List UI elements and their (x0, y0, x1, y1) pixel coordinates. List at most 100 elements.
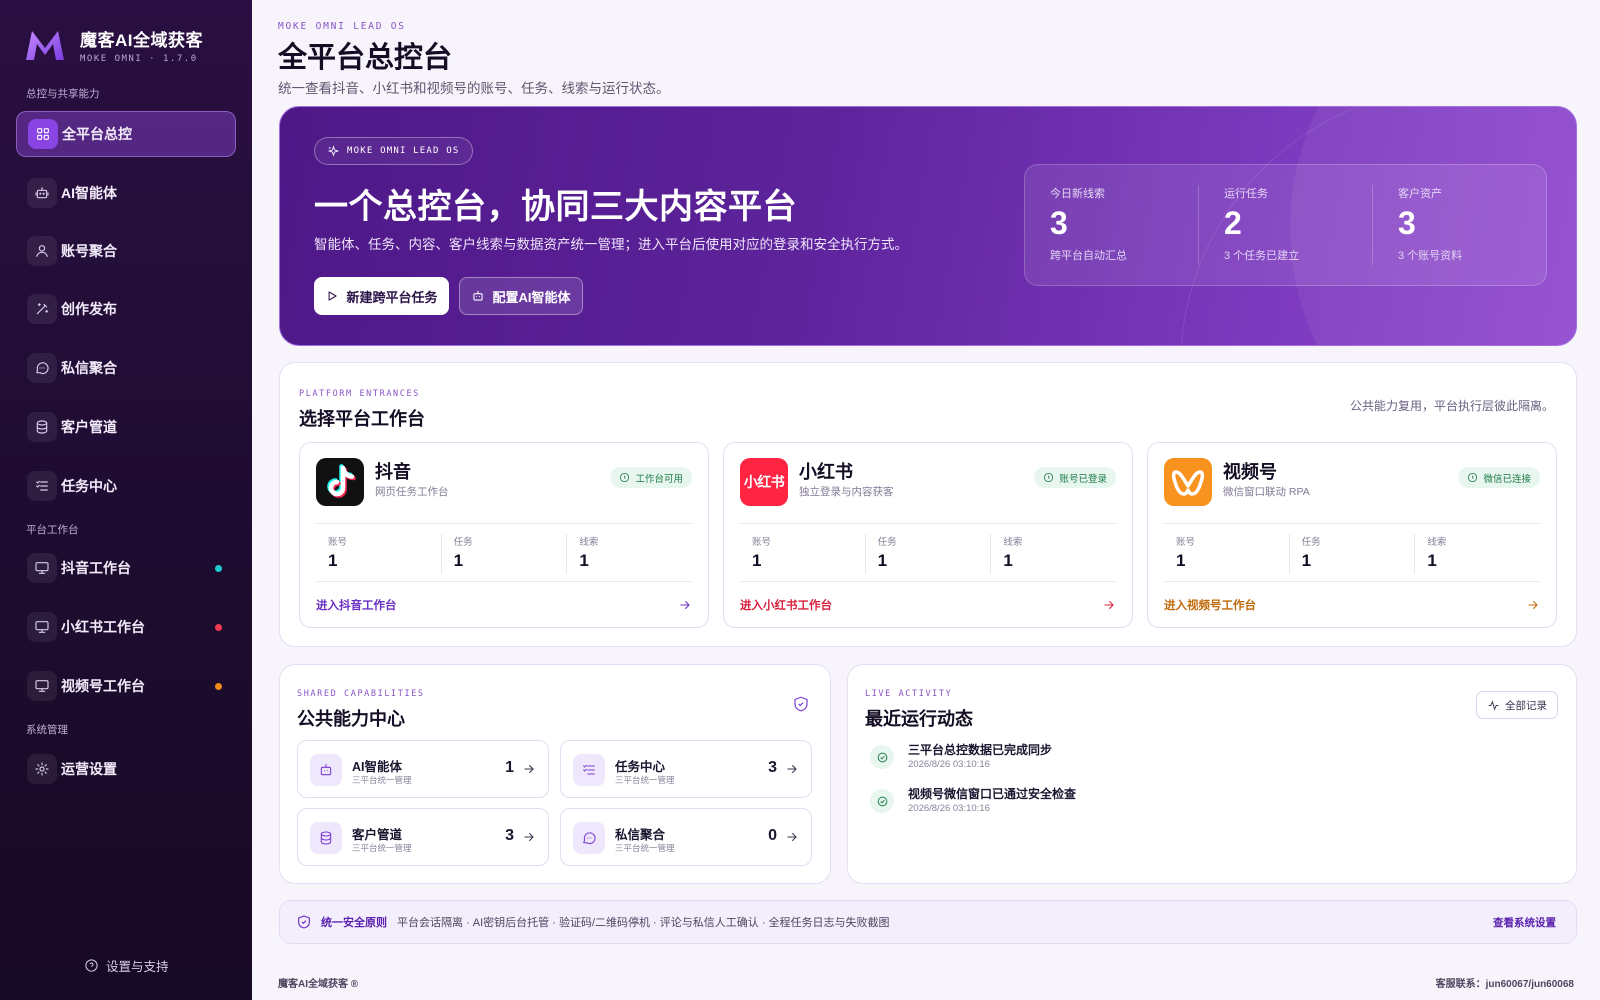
platform-subtitle: 独立登录与内容获客 (799, 486, 894, 498)
stat-value: 1 (579, 551, 589, 570)
arrow-right-icon (680, 600, 690, 610)
configure-ai-agent-button[interactable]: 配置AI智能体 (459, 277, 583, 315)
page-eyebrow: MOKE OMNI LEAD OS (278, 21, 406, 32)
stat-label: 线索 (579, 537, 599, 548)
sidebar-item-ai-agent[interactable]: AI智能体 (16, 170, 236, 216)
monitor-icon (27, 553, 57, 583)
brand-name: 魔客AI全域获客 (80, 31, 203, 50)
sidebar-item-label: 小红书工作台 (61, 619, 145, 635)
list-icon (573, 754, 605, 786)
sidebar-item-messages[interactable]: 私信聚合 (16, 345, 236, 391)
platform-name: 视频号 (1223, 462, 1277, 482)
enter-shipinhao-workbench-link[interactable]: 进入视频号工作台 (1164, 597, 1540, 613)
stat-value: 2 (1224, 205, 1242, 241)
all-records-button[interactable]: 全部记录 (1476, 691, 1558, 719)
capability-subtitle: 三平台统一管理 (352, 843, 412, 853)
stat-label: 今日新线索 (1050, 188, 1105, 200)
capability-messages[interactable]: 私信聚合 三平台统一管理 0 (560, 808, 812, 866)
panel-title: 选择平台工作台 (299, 409, 425, 429)
divider (740, 523, 1116, 524)
database-icon (310, 822, 342, 854)
capability-pipeline[interactable]: 客户管道 三平台统一管理 3 (297, 808, 549, 866)
notice-text: 平台会话隔离 · AI密钥后台托管 · 验证码/二维码停机 · 评论与私信人工确… (397, 917, 890, 929)
hero-badge: MOKE OMNI LEAD OS (314, 137, 473, 165)
sidebar-item-label: 运营设置 (61, 761, 117, 777)
panel-eyebrow: LIVE ACTIVITY (865, 689, 953, 699)
sidebar-item-accounts[interactable]: 账号聚合 (16, 228, 236, 274)
database-icon (27, 412, 57, 442)
xiaohongshu-logo-icon: 小红书 (740, 458, 788, 506)
divider (316, 581, 692, 582)
stat-label: 运行任务 (1224, 188, 1268, 200)
platform-stat-accounts: 账号 1 (740, 534, 865, 574)
capability-ai-agent[interactable]: AI智能体 三平台统一管理 1 (297, 740, 549, 798)
stat-label: 任务 (877, 537, 897, 548)
brand[interactable]: 魔客AI全域获客 MOKE OMNI · 1.7.0 (24, 26, 203, 64)
sidebar-item-xiaohongshu[interactable]: 小红书工作台 (16, 604, 236, 650)
sidebar-item-publish[interactable]: 创作发布 (16, 286, 236, 332)
stat-value: 1 (1301, 551, 1312, 570)
platform-card-shipinhao[interactable]: 视频号 微信窗口联动 RPA 微信已连接 账号 1 任务 1 线索 1 进入视频号工作… (1147, 442, 1557, 628)
douyin-logo-icon (316, 458, 364, 506)
platform-stat-accounts: 账号 1 (316, 534, 441, 574)
nav-section-core: 总控与共享能力 (26, 88, 100, 100)
user-icon (27, 236, 57, 266)
enter-xiaohongshu-workbench-link[interactable]: 进入小红书工作台 (740, 597, 1116, 613)
capability-subtitle: 三平台统一管理 (352, 775, 412, 785)
platform-stats: 账号 1 任务 1 线索 1 (1164, 534, 1540, 574)
stat-new-leads: 今日新线索 3 跨平台自动汇总 (1025, 185, 1198, 265)
button-label: 全部记录 (1505, 699, 1547, 712)
divider (1164, 523, 1540, 524)
page-description: 统一查看抖音、小红书和视频号的账号、任务、线索与运行状态。 (278, 81, 670, 96)
status-dot (215, 564, 222, 572)
platform-name: 抖音 (375, 462, 411, 482)
sidebar-item-tasks[interactable]: 任务中心 (16, 463, 236, 509)
hero-badge-label: MOKE OMNI LEAD OS (347, 146, 460, 156)
nav-section-system: 系统管理 (26, 724, 68, 736)
platform-stat-tasks: 任务 1 (1288, 534, 1415, 574)
sidebar-item-label: 账号聚合 (61, 243, 117, 259)
support-link[interactable]: 设置与支持 (84, 956, 169, 975)
stat-value: 1 (752, 551, 762, 570)
activity-icon (1488, 699, 1499, 711)
platform-card-xiaohongshu[interactable]: 小红书 小红书 独立登录与内容获客 账号已登录 账号 1 任务 1 线索 1 进入小红… (723, 442, 1133, 628)
stat-value: 3 (1398, 205, 1416, 241)
hero-description: 智能体、任务、内容、客户线索与数据资产统一管理；进入平台后使用对应的登录和安全执… (314, 237, 908, 252)
help-icon (85, 959, 98, 972)
monitor-icon (27, 612, 57, 642)
live-activity-panel: LIVE ACTIVITY 最近运行动态 全部记录 三平台总控数据已完成同步 2… (847, 664, 1577, 884)
capability-subtitle: 三平台统一管理 (615, 843, 675, 853)
shield-icon (794, 696, 808, 712)
capability-task-center[interactable]: 任务中心 三平台统一管理 3 (560, 740, 812, 798)
view-system-settings-link[interactable]: 查看系统设置 (1493, 915, 1556, 930)
platform-name: 小红书 (799, 462, 853, 482)
arrow-right-icon (524, 832, 534, 842)
new-cross-platform-task-button[interactable]: 新建跨平台任务 (314, 277, 449, 315)
stat-sub: 跨平台自动汇总 (1050, 250, 1127, 262)
link-label: 进入抖音工作台 (316, 600, 397, 612)
monitor-icon (27, 671, 57, 701)
capability-subtitle: 三平台统一管理 (615, 775, 675, 785)
platform-stat-accounts: 账号 1 (1164, 534, 1289, 574)
stat-label: 任务 (453, 537, 473, 548)
panel-eyebrow: PLATFORM ENTRANCES (299, 389, 420, 399)
sidebar-item-pipeline[interactable]: 客户管道 (16, 404, 236, 450)
panel-title: 公共能力中心 (297, 709, 405, 729)
sidebar-item-dashboard[interactable]: 全平台总控 (16, 111, 236, 157)
status-dot (215, 682, 222, 690)
sidebar-item-label: AI智能体 (61, 185, 117, 201)
platform-card-douyin[interactable]: 抖音 网页任务工作台 工作台可用 账号 1 任务 1 线索 1 进入抖音工作台 (299, 442, 709, 628)
sidebar-item-label: 抖音工作台 (61, 560, 131, 576)
stat-label: 线索 (1003, 537, 1023, 548)
platform-stats: 账号 1 任务 1 线索 1 (740, 534, 1116, 574)
capability-name: 客户管道 (352, 828, 403, 842)
status-badge: 微信已连接 (1458, 467, 1540, 488)
sidebar-item-label: 视频号工作台 (61, 678, 145, 694)
arrow-right-icon (524, 764, 534, 774)
enter-douyin-workbench-link[interactable]: 进入抖音工作台 (316, 597, 692, 613)
check-circle-icon (1468, 472, 1478, 483)
sidebar-item-shipinhao[interactable]: 视频号工作台 (16, 663, 236, 709)
stat-value: 1 (453, 551, 464, 570)
sidebar-item-douyin[interactable]: 抖音工作台 (16, 545, 236, 591)
sidebar-item-settings[interactable]: 运营设置 (16, 746, 236, 792)
